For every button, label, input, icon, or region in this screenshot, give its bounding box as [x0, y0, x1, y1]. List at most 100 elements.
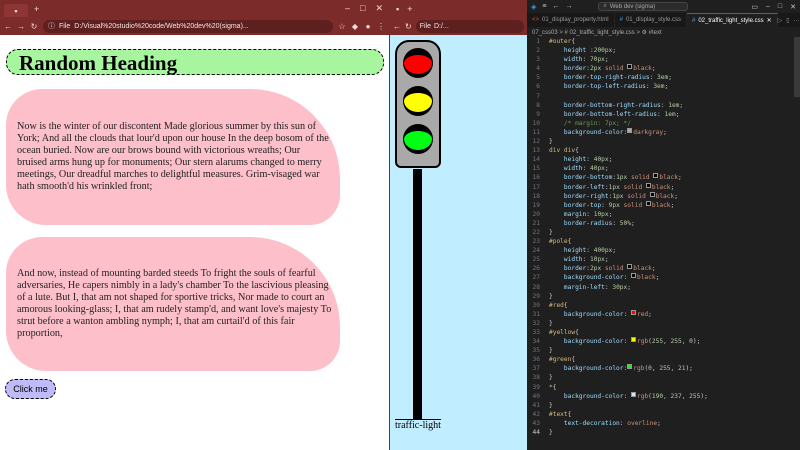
color-swatch-black[interactable] [645, 182, 651, 188]
reload-icon-2[interactable]: ↻ [405, 22, 412, 31]
url-bar-2[interactable]: File D:/... [415, 19, 524, 33]
star-icon[interactable]: ☆ [338, 22, 346, 31]
new-tab-button[interactable]: + [34, 4, 39, 14]
close-button-vs[interactable]: ✕ [790, 3, 796, 11]
url-text: D:/Visual%20studio%20code/Web%20dev%20(s… [74, 22, 249, 30]
close-button[interactable]: ✕ [375, 3, 383, 14]
info-icon[interactable]: ⓘ [48, 21, 55, 31]
page-icon-2[interactable]: ▪ [396, 4, 399, 14]
code-line: 41} [532, 401, 553, 409]
code-line: 44} [532, 429, 553, 437]
code-line: 25 width: 10px; [532, 256, 609, 264]
paragraph-text-1: Now is the winter of our discontent Made… [17, 121, 329, 192]
file-label-2: File [419, 22, 431, 30]
code-line: 34 background-color: rgb(255, 255, 0); [532, 337, 701, 346]
new-tab-button-2[interactable]: + [407, 4, 412, 14]
paragraph-text-2: And now, instead of mounting barded stee… [17, 268, 332, 339]
browser-window-main: ▪ + – □ ✕ ← → ↻ ⓘ File D:/Visual%20studi… [0, 0, 390, 450]
editor-tab-html[interactable]: <> 01_display_property.html [527, 13, 615, 27]
code-line: 23 #pole{ [532, 238, 572, 246]
tab-bar-2: ▪ + [390, 0, 527, 17]
code-line: 37 background-color: rgb(0, 255, 21); [532, 364, 693, 373]
minimize-button-vs[interactable]: – [766, 3, 770, 11]
editor-scrollbar[interactable] [794, 37, 800, 97]
address-bar-row: ← → ↻ ⓘ File D:/Visual%20studio%20code/W… [0, 17, 389, 35]
page-viewport-2: traffic-light [390, 35, 527, 450]
code-line: 24 height: 400px; [532, 247, 617, 255]
reload-icon[interactable]: ↻ [30, 22, 38, 31]
address-bar-row-2: ← ↻ File D:/... [390, 17, 527, 35]
color-swatch-black[interactable] [627, 64, 633, 70]
color-swatch-lightblue[interactable] [630, 391, 636, 397]
more-actions-icon[interactable]: … [794, 17, 800, 23]
code-line: 27 background-color: black; [532, 273, 660, 282]
run-icon[interactable]: ▷ [778, 17, 783, 24]
code-line: 40 background-color: rgb(190, 237, 255); [532, 391, 708, 400]
breadcrumb[interactable]: 07_css03 > # 02_traffic_light_style.css … [527, 27, 800, 37]
browser-tab[interactable]: ▪ [4, 4, 28, 17]
minimize-button[interactable]: – [345, 3, 350, 14]
editor-tabs: <> 01_display_property.html #01_display_s… [527, 13, 800, 27]
code-line: 35} [532, 347, 553, 355]
profile-icon[interactable]: ● [364, 22, 372, 31]
nav-back-icon[interactable]: ← [552, 3, 559, 10]
hamburger-menu-icon[interactable]: ≡ [542, 3, 546, 10]
color-swatch-black[interactable] [645, 200, 651, 206]
color-swatch-black[interactable] [630, 273, 636, 279]
color-swatch-black[interactable] [653, 173, 659, 179]
back-icon[interactable]: ← [4, 22, 12, 31]
code-line: 33 #yellow{ [532, 329, 579, 336]
page-heading: Random Heading [6, 49, 384, 75]
color-swatch-black[interactable] [627, 264, 633, 270]
editor-tab-css2[interactable]: #02_traffic_light_style.css ✕ [686, 13, 778, 27]
color-swatch-black[interactable] [649, 191, 655, 197]
back-icon-2[interactable]: ← [393, 22, 401, 31]
css-file-icon: # [691, 17, 696, 24]
close-tab-icon[interactable]: ✕ [767, 17, 772, 24]
code-line: 16 border-bottom:1px solid black; [532, 173, 682, 182]
layout-icon[interactable]: ▭ [751, 3, 758, 11]
red-light [403, 48, 433, 78]
code-line: 10 /* margin: 7px; */ [532, 119, 631, 127]
code-line: 21 border-radius: 50%; [532, 219, 635, 227]
code-line: 2 height :200px; [536, 47, 617, 55]
click-me-button[interactable]: Click me [5, 379, 56, 399]
tab-label: 02_traffic_light_style.css [698, 17, 764, 24]
code-line: 28 margin-left: 30px; [532, 283, 631, 291]
code-line: 3 width: 70px; [536, 56, 609, 64]
nav-forward-icon[interactable]: → [565, 3, 572, 10]
command-center-search[interactable]: ⌕ Web dev (sigma) [598, 2, 689, 11]
code-line: 18 border-right:1px solid black; [532, 191, 678, 200]
code-line: 7 [536, 92, 540, 100]
vscode-title-bar: ◈ ≡ ← → ⌕ Web dev (sigma) ▭ – □ ✕ [527, 0, 800, 13]
code-line: 38} [532, 374, 553, 382]
forward-icon[interactable]: → [17, 22, 25, 31]
maximize-button[interactable]: □ [360, 3, 365, 14]
code-editor[interactable]: 1 #outer{ 2 height :200px; 3 width: 70px;… [527, 37, 800, 450]
code-line: 42 #text{ [532, 410, 572, 418]
maximize-button-vs[interactable]: □ [778, 3, 782, 11]
code-line: 12} [532, 138, 553, 146]
color-swatch-yellow[interactable] [630, 337, 636, 343]
page-viewport: Random Heading Now is the winter of our … [0, 35, 389, 450]
code-line: 6 border-top-left-radius: 3em; [536, 83, 669, 91]
code-line: 5 border-top-right-radius: 3em; [536, 74, 672, 82]
extension-icon[interactable]: ◆ [351, 22, 359, 31]
editor-tab-css1[interactable]: #01_display_style.css [615, 13, 687, 27]
menu-icon[interactable]: ⋮ [377, 22, 385, 31]
split-editor-icon[interactable]: ▯ [786, 17, 789, 24]
html-file-icon: <> [532, 17, 540, 23]
code-line: 22} [532, 228, 553, 236]
tab-bar: ▪ + – □ ✕ [0, 0, 389, 17]
code-line: 20 margin: 10px; [532, 210, 613, 218]
code-line: 32} [532, 319, 553, 327]
url-bar[interactable]: ⓘ File D:/Visual%20studio%20code/Web%20d… [43, 19, 333, 33]
vscode-window: ◈ ≡ ← → ⌕ Web dev (sigma) ▭ – □ ✕ <> 01_d… [527, 0, 800, 450]
paragraph-box-2: And now, instead of mounting barded stee… [6, 237, 340, 371]
code-line: 1 #outer{ [536, 38, 576, 45]
paragraph-box-1: Now is the winter of our discontent Made… [6, 89, 340, 225]
code-line: 15 width: 40px; [532, 165, 609, 173]
color-swatch-red[interactable] [630, 309, 636, 315]
color-swatch-green[interactable] [627, 364, 633, 370]
color-swatch-darkgray[interactable] [627, 127, 633, 133]
